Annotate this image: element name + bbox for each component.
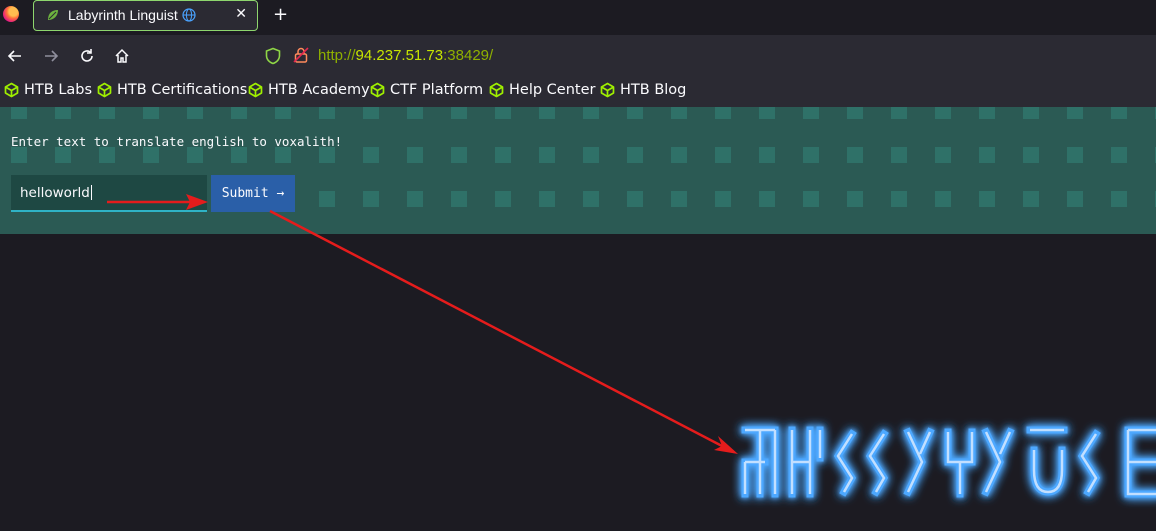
new-tab-icon[interactable]: +: [273, 4, 288, 25]
bookmark-label: HTB Certifications: [117, 82, 248, 98]
htb-cube-icon: [370, 82, 385, 98]
forward-icon[interactable]: [40, 45, 62, 67]
bookmark-item[interactable]: CTF Platform: [370, 82, 483, 98]
tab-strip: Labyrinth Linguist ✕ +: [0, 0, 1156, 35]
url-bar[interactable]: http://94.237.51.73:38429/: [256, 35, 1136, 77]
reload-icon[interactable]: [76, 45, 98, 67]
background-pattern: [0, 107, 1156, 234]
tab-title: Labyrinth Linguist: [68, 7, 196, 23]
form-prompt: Enter text to translate english to voxal…: [11, 134, 343, 149]
insecure-lock-icon[interactable]: [292, 46, 310, 64]
bookmark-item[interactable]: HTB Blog: [600, 82, 686, 98]
translation-output: [0, 234, 1156, 531]
htb-cube-icon: [4, 82, 19, 98]
leaf-icon: [48, 10, 58, 20]
bookmark-label: HTB Blog: [620, 82, 687, 98]
bookmark-label: HTB Labs: [24, 82, 93, 98]
bookmark-item[interactable]: HTB Labs: [4, 82, 92, 98]
shield-icon[interactable]: [264, 47, 282, 65]
url-text[interactable]: http://94.237.51.73:38429/: [318, 47, 493, 64]
translator-form-area: Enter text to translate english to voxal…: [0, 107, 1156, 234]
htb-cube-icon: [489, 82, 504, 98]
bookmark-item[interactable]: Help Center: [489, 82, 595, 98]
bookmarks-toolbar: HTB Labs HTB Certifications HTB Academy CTF…: [0, 77, 1156, 107]
close-tab-icon[interactable]: ✕: [235, 6, 247, 22]
bookmark-item[interactable]: HTB Certifications: [97, 82, 247, 98]
translate-input[interactable]: helloworld: [11, 175, 207, 212]
bookmark-label: HTB Academy: [268, 82, 370, 98]
bookmark-label: Help Center: [509, 82, 596, 98]
text-caret: [90, 185, 92, 200]
navigation-bar: http://94.237.51.73:38429/: [0, 35, 1156, 77]
input-value: helloworld: [20, 185, 90, 201]
bookmark-label: CTF Platform: [390, 82, 484, 98]
htb-cube-icon: [97, 82, 112, 98]
htb-cube-icon: [600, 82, 615, 98]
submit-button[interactable]: Submit →: [211, 175, 295, 212]
globe-icon: [182, 8, 196, 22]
back-icon[interactable]: [4, 45, 26, 67]
htb-cube-icon: [248, 82, 263, 98]
home-icon[interactable]: [111, 45, 133, 67]
bookmark-item[interactable]: HTB Academy: [248, 82, 370, 98]
firefox-icon[interactable]: [3, 6, 19, 22]
browser-tab[interactable]: Labyrinth Linguist ✕: [33, 0, 258, 31]
voxalith-output-glyphs: [741, 426, 1156, 498]
